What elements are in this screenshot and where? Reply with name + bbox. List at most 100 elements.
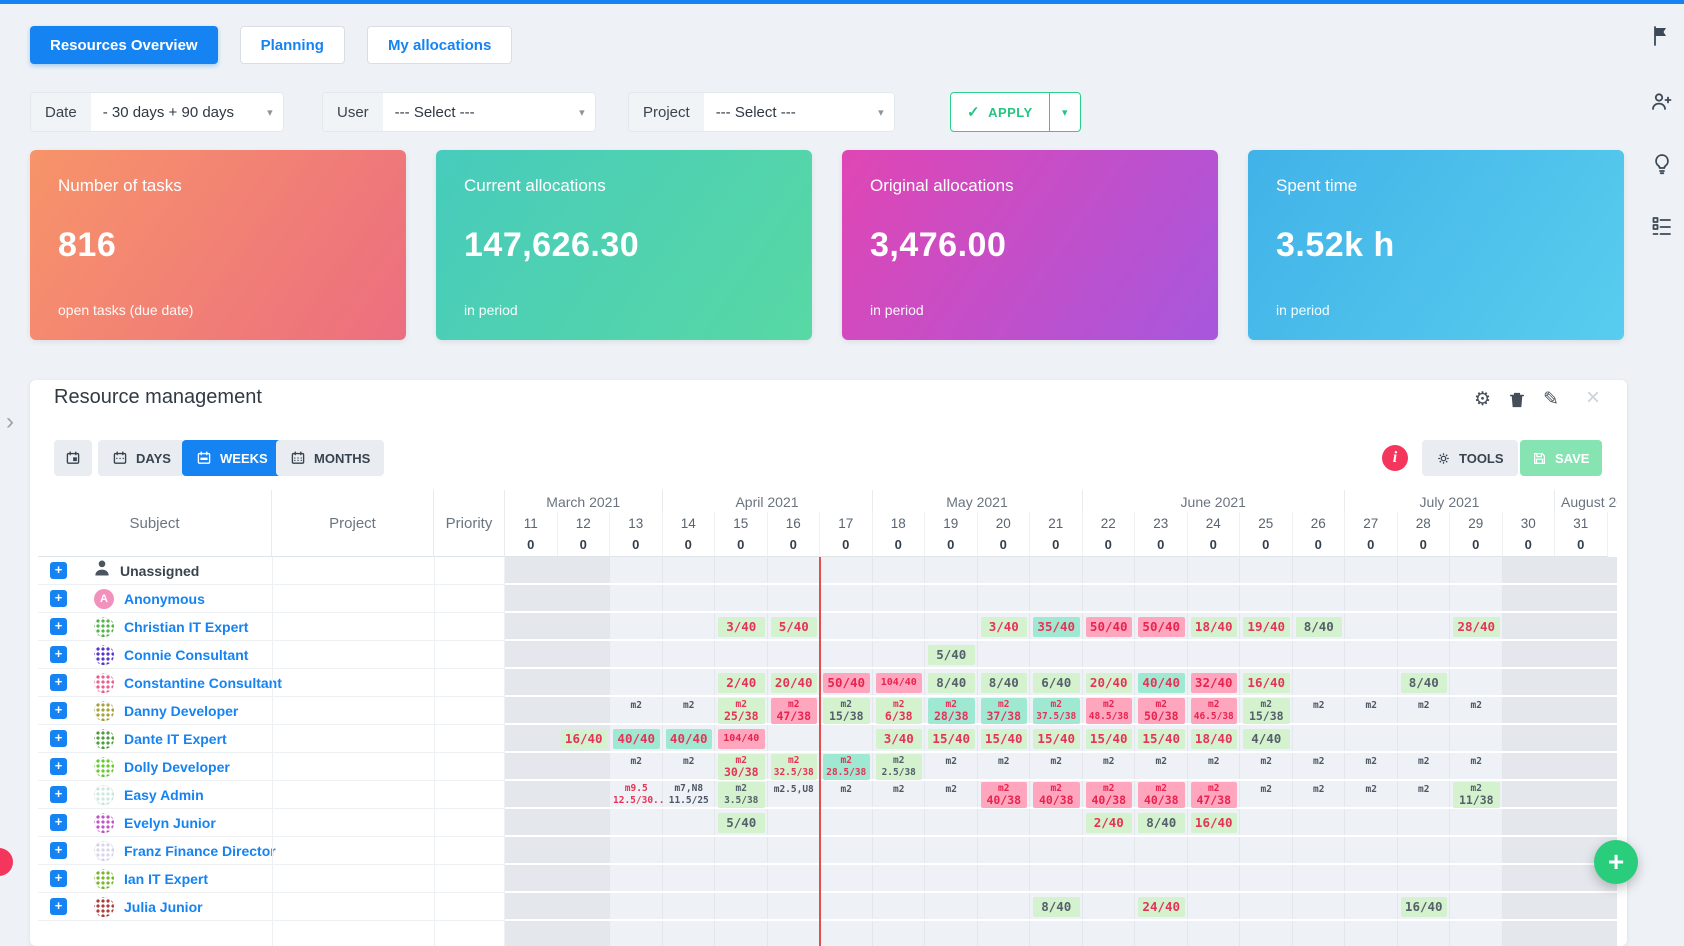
grid-cell[interactable]: [1135, 921, 1188, 946]
expand-row-button[interactable]: +: [50, 674, 67, 691]
grid-cell[interactable]: [1083, 865, 1136, 891]
grid-cell[interactable]: [768, 865, 821, 891]
grid-cell[interactable]: [873, 641, 926, 667]
grid-cell[interactable]: [558, 697, 611, 723]
grid-cell[interactable]: [1135, 865, 1188, 891]
grid-cell[interactable]: [1293, 585, 1346, 611]
expand-row-button[interactable]: +: [50, 814, 67, 831]
grid-cell[interactable]: [610, 865, 663, 891]
grid-cell[interactable]: [558, 669, 611, 695]
grid-cell[interactable]: [1030, 641, 1083, 667]
grid-cell[interactable]: [768, 585, 821, 611]
grid-cell[interactable]: [978, 809, 1031, 835]
grid-cell[interactable]: [1555, 613, 1617, 639]
allocation-cell[interactable]: m2: [1401, 755, 1448, 767]
resource-name-link[interactable]: Constantine Consultant: [124, 675, 282, 691]
allocation-cell[interactable]: 8/40: [1033, 897, 1080, 917]
allocation-cell[interactable]: 104/40: [876, 673, 923, 693]
allocation-cell[interactable]: 8/40: [1296, 617, 1343, 637]
grid-cell[interactable]: [505, 725, 558, 751]
allocation-cell[interactable]: m2: [1401, 783, 1448, 795]
allocation-cell[interactable]: m215/38: [823, 698, 870, 724]
allocation-cell[interactable]: m2: [666, 699, 713, 711]
info-icon[interactable]: i: [1382, 445, 1408, 471]
grid-cell[interactable]: [1345, 725, 1398, 751]
grid-cell[interactable]: [873, 613, 926, 639]
resource-name-link[interactable]: Easy Admin: [124, 787, 204, 803]
expand-row-button[interactable]: +: [50, 786, 67, 803]
grid-cell[interactable]: [1503, 781, 1556, 807]
allocation-cell[interactable]: m240/38: [1138, 782, 1185, 808]
grid-cell[interactable]: [610, 809, 663, 835]
grid-cell[interactable]: [1398, 557, 1451, 583]
view-weeks-button[interactable]: WEEKS: [182, 440, 282, 476]
tab-my-allocations[interactable]: My allocations: [367, 26, 512, 64]
grid-cell[interactable]: [1503, 753, 1556, 779]
grid-cell[interactable]: [1030, 557, 1083, 583]
grid-cell[interactable]: [1135, 585, 1188, 611]
allocation-cell[interactable]: 104/40: [718, 729, 765, 749]
grid-cell[interactable]: [925, 921, 978, 946]
grid-cell[interactable]: [1083, 641, 1136, 667]
grid-cell[interactable]: [558, 557, 611, 583]
view-days-button[interactable]: DAYS: [98, 440, 185, 476]
allocation-cell[interactable]: m230/38: [718, 754, 765, 780]
allocation-cell[interactable]: m2: [1401, 699, 1448, 711]
allocation-cell[interactable]: 3/40: [876, 729, 923, 749]
grid-cell[interactable]: [1188, 893, 1241, 919]
grid-cell[interactable]: [663, 893, 716, 919]
grid-cell[interactable]: [768, 641, 821, 667]
allocation-cell[interactable]: 15/40: [981, 729, 1028, 749]
grid-cell[interactable]: [1450, 585, 1503, 611]
grid-cell[interactable]: [1293, 641, 1346, 667]
grid-cell[interactable]: [1555, 921, 1617, 946]
grid-cell[interactable]: [1083, 837, 1136, 863]
allocation-cell[interactable]: 8/40: [928, 673, 975, 693]
grid-cell[interactable]: [558, 585, 611, 611]
expand-row-button[interactable]: +: [50, 590, 67, 607]
grid-cell[interactable]: [768, 725, 821, 751]
grid-cell[interactable]: [1345, 837, 1398, 863]
resource-name-link[interactable]: Anonymous: [124, 591, 205, 607]
allocation-cell[interactable]: m2: [823, 783, 870, 795]
gear-icon[interactable]: ⚙: [1474, 388, 1491, 411]
allocation-cell[interactable]: m2: [613, 755, 660, 767]
grid-cell[interactable]: [1293, 669, 1346, 695]
allocation-cell[interactable]: 3/40: [718, 617, 765, 637]
allocation-cell[interactable]: m2: [1296, 783, 1343, 795]
allocation-cell[interactable]: m26/38: [876, 698, 923, 724]
allocation-cell[interactable]: m228.5/38: [823, 754, 870, 780]
grid-cell[interactable]: [505, 837, 558, 863]
grid-cell[interactable]: [873, 893, 926, 919]
grid-cell[interactable]: [558, 613, 611, 639]
grid-cell[interactable]: [925, 865, 978, 891]
grid-cell[interactable]: [1240, 585, 1293, 611]
grid-cell[interactable]: [1503, 613, 1556, 639]
grid-cell[interactable]: [1398, 725, 1451, 751]
grid-cell[interactable]: [1030, 865, 1083, 891]
allocation-cell[interactable]: 20/40: [771, 673, 818, 693]
grid-cell[interactable]: [663, 809, 716, 835]
trash-icon[interactable]: [1508, 391, 1526, 415]
grid-cell[interactable]: [1240, 641, 1293, 667]
grid-cell[interactable]: [1555, 753, 1617, 779]
allocation-cell[interactable]: 15/40: [928, 729, 975, 749]
grid-cell[interactable]: [1450, 893, 1503, 919]
allocation-cell[interactable]: m240/38: [1033, 782, 1080, 808]
allocation-cell[interactable]: 40/40: [613, 729, 660, 749]
grid-cell[interactable]: [925, 613, 978, 639]
grid-cell[interactable]: [1555, 725, 1617, 751]
grid-cell[interactable]: [1503, 921, 1556, 946]
allocation-cell[interactable]: 15/40: [1086, 729, 1133, 749]
allocation-cell[interactable]: m237/38: [981, 698, 1028, 724]
allocation-cell[interactable]: 2/40: [718, 673, 765, 693]
calendar-jump-button[interactable]: [54, 440, 92, 476]
grid-cell[interactable]: [1240, 557, 1293, 583]
grid-cell[interactable]: [715, 585, 768, 611]
grid-cell[interactable]: [978, 865, 1031, 891]
grid-cell[interactable]: [1503, 865, 1556, 891]
allocation-cell[interactable]: m2.5,U8: [771, 783, 818, 795]
grid-cell[interactable]: [505, 585, 558, 611]
allocation-cell[interactable]: 15/40: [1033, 729, 1080, 749]
grid-cell[interactable]: [558, 893, 611, 919]
